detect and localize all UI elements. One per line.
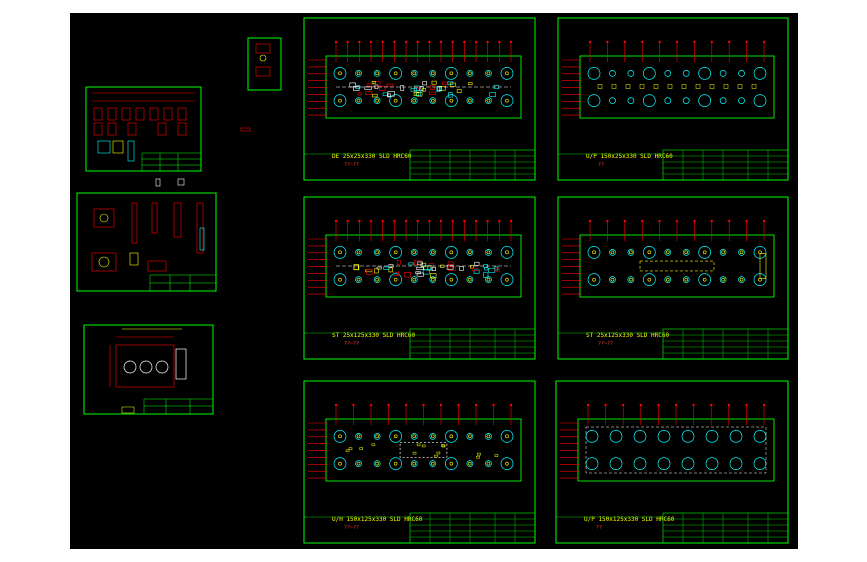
plate-sheet-4[interactable]: ST 25x125x330 SLD HRC60??~?? <box>557 196 789 360</box>
detail-mark <box>240 127 251 132</box>
cad-drawing-canvas[interactable]: DE 25x25x330 SLD HRC60 ??~?? U/P 150x25x33… <box>70 13 798 549</box>
small-preview[interactable] <box>247 37 282 91</box>
plate-subcaption: ??~?? <box>344 525 359 531</box>
detail-mark <box>155 178 185 187</box>
plate-subcaption: ??~?? <box>344 162 359 168</box>
plate-sheet-2[interactable]: U/P 150x25x330 SLD HRC60?? <box>557 17 789 181</box>
plate-sheets: DE 25x25x330 SLD HRC60??~??U/P 150x25x33… <box>303 17 789 544</box>
detail-sheet-a[interactable] <box>85 86 202 172</box>
plate-sheet-1[interactable]: DE 25x25x330 SLD HRC60??~?? <box>303 17 536 181</box>
plate-subcaption: ??~?? <box>344 341 359 347</box>
plate-subcaption: ?? <box>596 525 602 531</box>
detail-sheet-b[interactable] <box>76 192 217 292</box>
cad-drawing: DE 25x25x330 SLD HRC60??~??U/P 150x25x33… <box>76 17 789 544</box>
detail-sheet-c[interactable] <box>83 324 214 415</box>
plate-subcaption: ?? <box>598 162 604 168</box>
plate-sheet-6[interactable]: U/P 150x125x330 SLD HRC60?? <box>555 380 789 544</box>
plate-subcaption: ??~?? <box>598 341 613 347</box>
plate-sheet-5[interactable]: U/H 150x125x330 SLD HRC60??~?? <box>303 380 536 544</box>
plate-sheet-3[interactable]: ST 25x125x330 SLD HRC60??~?? <box>303 196 536 360</box>
